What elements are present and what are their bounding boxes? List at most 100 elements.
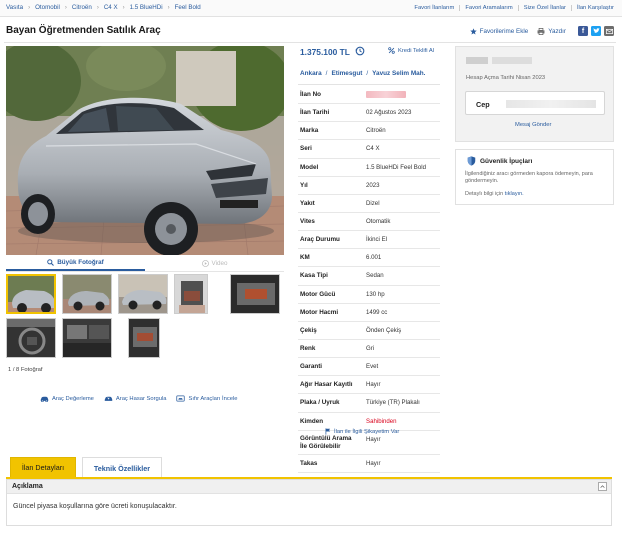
- phone-button[interactable]: Cep: [465, 91, 605, 115]
- tab-video[interactable]: Video: [145, 256, 284, 271]
- spec-key: Renk: [300, 344, 316, 352]
- spec-value: 1.5 BlueHDi Feel Bold: [366, 163, 426, 171]
- divider: [298, 84, 440, 85]
- report-listing-link[interactable]: İlan ile İlgili Şikayetim Var: [325, 428, 399, 435]
- favorite-button[interactable]: Favorilerime Ekle: [469, 28, 528, 35]
- spec-key: Araç Durumu: [300, 236, 340, 244]
- flag-icon: [325, 428, 331, 435]
- spec-value: Önden Çekiş: [366, 326, 402, 334]
- thumbnail[interactable]: [118, 274, 168, 314]
- credit-offer-label: Kredi Teklifi Al: [398, 47, 434, 54]
- spec-value: Hayır: [366, 435, 381, 443]
- breadcrumb-item[interactable]: 1.5 BlueHDi: [130, 4, 163, 11]
- new-cars-link[interactable]: Sıfır Araçları İncele: [176, 395, 237, 402]
- price-history-icon[interactable]: [355, 46, 365, 58]
- spec-value: Evet: [366, 363, 379, 371]
- spec-key: Model: [300, 163, 319, 171]
- tab-listing-details[interactable]: İlan Detayları: [10, 457, 76, 478]
- spec-row: Plaka / Uyruk Türkiye (TR) Plakalı: [298, 394, 440, 413]
- safety-tips: Güvenlik İpuçları İlgilendiğiniz aracı g…: [455, 149, 614, 205]
- location-city[interactable]: Ankara: [300, 70, 322, 77]
- spec-key: İlan Tarihi: [300, 109, 330, 117]
- breadcrumb-item[interactable]: C4 X: [104, 4, 118, 11]
- thumbnail[interactable]: [128, 318, 160, 358]
- favorite-listings-link[interactable]: Favori İlanlarım: [414, 5, 454, 11]
- thumbnail[interactable]: [62, 274, 112, 314]
- breadcrumb-item[interactable]: Feel Bold: [175, 4, 201, 11]
- spec-key: Kimden: [300, 417, 324, 425]
- spec-key: Seri: [300, 145, 312, 153]
- favorite-searches-link[interactable]: Favori Aramalarım: [465, 5, 512, 11]
- spec-value: Gri: [366, 344, 375, 352]
- safety-more-info: Detaylı bilgi için tıklayın.: [465, 191, 524, 197]
- spec-key: Kasa Tipi: [300, 272, 328, 280]
- collapse-icon[interactable]: [598, 482, 607, 491]
- spec-row: Marka Citroën: [298, 122, 440, 141]
- print-button[interactable]: Yazdır: [537, 28, 566, 35]
- spec-row: Yıl 2023: [298, 177, 440, 195]
- twitter-share-icon[interactable]: [591, 26, 601, 36]
- safety-tips-text: İlgilendiğiniz aracı görmeden kapora öde…: [465, 171, 593, 184]
- location-separator: /: [366, 70, 369, 77]
- safety-tips-header: Güvenlik İpuçları: [467, 156, 532, 166]
- top-bar: Vasıta › Otomobil › Citroën › C4 X › 1.5 Blu…: [0, 0, 622, 17]
- damage-query-link[interactable]: Araç Hasar Sorgula: [104, 395, 167, 402]
- print-label: Yazdır: [548, 27, 566, 35]
- thumbnail[interactable]: [62, 318, 112, 358]
- thumbnail[interactable]: [174, 274, 208, 314]
- vehicle-valuation-link[interactable]: Araç Değerleme: [40, 396, 94, 402]
- divider: [570, 5, 572, 11]
- spec-value: Türkiye (TR) Plakalı: [366, 399, 420, 407]
- thumbnail[interactable]: [230, 274, 280, 314]
- facebook-share-icon[interactable]: f: [578, 26, 588, 36]
- spec-row: Yakıt Dizel: [298, 195, 440, 213]
- location-separator: /: [325, 70, 328, 77]
- breadcrumb: Vasıta › Otomobil › Citroën › C4 X › 1.5 Blu…: [6, 4, 201, 11]
- listing-price: 1.375.100 TL: [300, 47, 350, 57]
- spec-row: Kasa Tipi Sedan: [298, 267, 440, 286]
- location-neighborhood[interactable]: Yavuz Selim Mah.: [372, 70, 425, 77]
- thumbnail[interactable]: [6, 274, 56, 314]
- breadcrumb-separator: ›: [122, 4, 125, 11]
- tab-large-photo[interactable]: Büyük Fotoğraf: [6, 256, 145, 271]
- breadcrumb-item[interactable]: Vasıta: [6, 4, 23, 11]
- safety-more-prefix: Detaylı bilgi için: [465, 191, 504, 197]
- percent-icon: [388, 47, 395, 54]
- safety-more-link[interactable]: tıklayın.: [505, 191, 524, 197]
- breadcrumb-separator: ›: [64, 4, 67, 11]
- car-damage-icon: [104, 396, 113, 401]
- spec-key: Marka: [300, 127, 319, 135]
- spec-value: 130 hp: [366, 290, 385, 298]
- page-title: Bayan Öğretmenden Satılık Araç: [6, 25, 161, 36]
- description-panel: Açıklama Güncel piyasa koşullarına göre …: [6, 479, 612, 526]
- compare-listings-link[interactable]: İlan Karşılaştır: [577, 5, 614, 11]
- email-share-icon[interactable]: [604, 26, 614, 36]
- damage-query-label: Araç Hasar Sorgula: [115, 395, 167, 402]
- credit-offer-link[interactable]: Kredi Teklifi Al: [388, 47, 434, 54]
- spec-value: Citroën: [366, 127, 386, 135]
- tab-technical-specs[interactable]: Teknik Özellikler: [82, 457, 162, 478]
- spec-value: Sedan: [366, 272, 384, 280]
- thumbnail[interactable]: [6, 318, 56, 358]
- listing-number-redacted: [366, 91, 406, 98]
- spec-row: İlan Tarihi 02 Ağustos 2023: [298, 104, 440, 123]
- spec-key: Garanti: [300, 363, 323, 371]
- breadcrumb-separator: ›: [28, 4, 31, 11]
- special-listings-link[interactable]: Size Özel İlanlar: [524, 5, 566, 11]
- spec-value: 2023: [366, 181, 380, 189]
- new-cars-label: Sıfır Araçları İncele: [188, 395, 238, 402]
- breadcrumb-item[interactable]: Citroën: [72, 4, 92, 11]
- report-listing-label: İlan ile İlgili Şikayetim Var: [334, 428, 400, 435]
- vehicle-tools: Araç Değerleme Araç Hasar Sorgula Sıfır …: [40, 395, 247, 402]
- send-message-link[interactable]: Mesaj Gönder: [515, 122, 551, 128]
- spec-value: 6.001: [366, 254, 382, 262]
- spec-key: Motor Hacmi: [300, 308, 339, 316]
- spec-row: Çekiş Önden Çekiş: [298, 322, 440, 340]
- photo-count: 1 / 8 Fotoğraf: [8, 367, 43, 373]
- safety-tips-title: Güvenlik İpuçları: [480, 157, 533, 165]
- main-photo[interactable]: [6, 46, 284, 255]
- search-icon: [47, 259, 55, 266]
- spec-key: Çekiş: [300, 326, 317, 334]
- location-district[interactable]: Etimesgut: [331, 70, 362, 77]
- breadcrumb-item[interactable]: Otomobil: [35, 4, 60, 11]
